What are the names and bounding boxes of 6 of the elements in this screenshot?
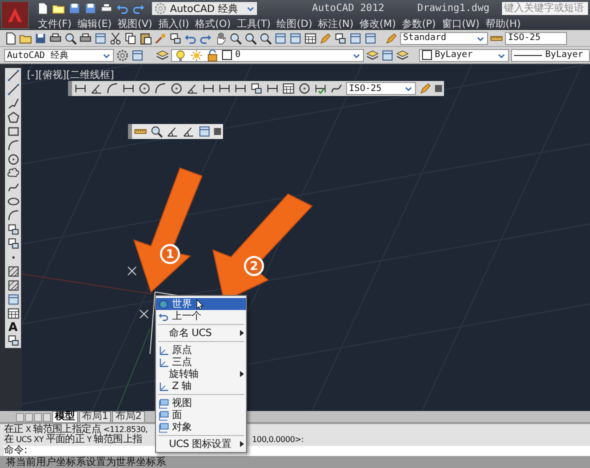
command-history-line: 在正 X 轴范围上指定点 <112.8530,	[4, 424, 148, 435]
app-title: AutoCAD 2012	[312, 3, 384, 14]
command-history-line: 100,0.0000>:	[252, 434, 304, 445]
file-name: Drawing1.dwg	[417, 3, 490, 14]
status-text: 将当前用户坐标系设置为世界坐标系	[0, 456, 590, 468]
command-history-line: 在 UCS XY 平面的正 Y 轴范围上指	[4, 434, 142, 445]
